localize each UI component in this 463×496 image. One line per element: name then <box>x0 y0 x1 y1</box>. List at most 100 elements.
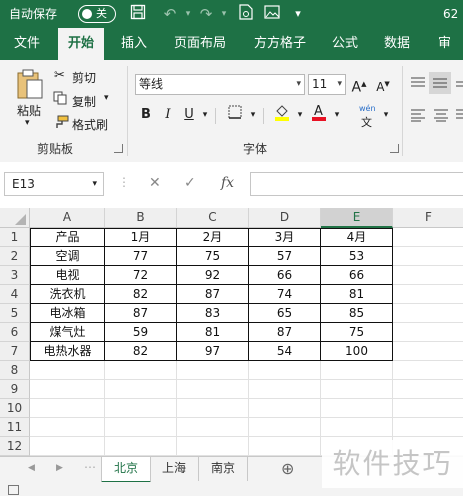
table-cell[interactable]: 81 <box>321 285 392 304</box>
row-header[interactable]: 4 <box>0 285 30 304</box>
sheet-tab-beijing[interactable]: 北京 <box>101 457 151 483</box>
tab-data[interactable]: 数据 <box>384 28 410 60</box>
table-cell[interactable]: 53 <box>321 247 392 266</box>
align-left-icon[interactable] <box>410 108 426 122</box>
copy-button[interactable]: 复制 <box>72 93 96 110</box>
tab-formulas[interactable]: 公式 <box>332 28 358 60</box>
fill-color-dropdown-icon[interactable]: ▾ <box>291 105 309 125</box>
row-header[interactable]: 7 <box>0 342 30 361</box>
table-cell[interactable]: 电视 <box>31 266 104 285</box>
tab-file[interactable]: 文件 <box>14 28 40 60</box>
font-launcher-icon[interactable] <box>390 144 399 153</box>
font-color-dropdown-icon[interactable]: ▾ <box>328 105 346 125</box>
autosave-toggle[interactable]: 关 <box>78 5 116 23</box>
scroll-right-icon[interactable]: ▶ <box>56 463 63 473</box>
row-header[interactable]: 1 <box>0 228 30 247</box>
row-header[interactable]: 9 <box>0 380 30 399</box>
table-cell[interactable]: 82 <box>105 285 176 304</box>
align-middle-icon[interactable] <box>429 72 451 94</box>
shrink-font-button[interactable]: A▼ <box>374 74 392 94</box>
column-header-a[interactable]: A <box>30 208 105 228</box>
undo-icon[interactable]: ↶ <box>160 4 180 24</box>
table-cell[interactable]: 空调 <box>31 247 104 266</box>
borders-icon[interactable] <box>226 105 244 125</box>
column-header-e[interactable]: E <box>321 208 393 228</box>
tab-review[interactable]: 审阅 <box>438 28 463 83</box>
clipboard-launcher-icon[interactable] <box>114 144 123 153</box>
row-header[interactable]: 3 <box>0 266 30 285</box>
table-cell[interactable]: 3月 <box>249 228 320 247</box>
row-header[interactable]: 8 <box>0 361 30 380</box>
tab-home[interactable]: 开始 <box>58 28 104 60</box>
tab-page-layout[interactable]: 页面布局 <box>174 28 226 60</box>
table-cell[interactable]: 66 <box>321 266 392 285</box>
fill-color-icon[interactable] <box>273 103 291 123</box>
italic-button[interactable]: I <box>159 105 177 125</box>
insert-function-icon[interactable]: fx <box>221 175 234 191</box>
underline-dropdown-icon[interactable]: ▾ <box>196 105 214 125</box>
table-cell[interactable]: 97 <box>177 342 248 361</box>
table-cell[interactable]: 72 <box>105 266 176 285</box>
font-color-icon[interactable]: A <box>310 102 328 122</box>
redo-dropdown-icon[interactable]: ▾ <box>214 4 234 24</box>
table-cell[interactable]: 92 <box>177 266 248 285</box>
table-cell[interactable]: 57 <box>249 247 320 266</box>
scroll-left-icon[interactable]: ◀ <box>28 463 35 473</box>
print-preview-icon[interactable] <box>236 4 256 24</box>
table-cell[interactable]: 85 <box>321 304 392 323</box>
borders-dropdown-icon[interactable]: ▾ <box>244 105 262 125</box>
name-box[interactable]: E13 ▾ <box>4 172 104 196</box>
align-bottom-icon[interactable] <box>456 76 463 90</box>
row-header[interactable]: 2 <box>0 247 30 266</box>
table-cell[interactable]: 59 <box>105 323 176 342</box>
table-cell[interactable]: 54 <box>249 342 320 361</box>
table-cell[interactable]: 87 <box>177 285 248 304</box>
row-header[interactable]: 12 <box>0 437 30 456</box>
table-cell[interactable]: 电冰箱 <box>31 304 104 323</box>
phonetic-guide-button[interactable]: wén 文 <box>356 104 378 129</box>
bold-button[interactable]: B <box>137 105 155 125</box>
select-all-corner[interactable] <box>0 208 30 228</box>
font-size-select[interactable]: 11 ▾ <box>308 74 346 95</box>
table-cell[interactable]: 产品 <box>31 228 104 247</box>
spreadsheet-grid[interactable]: A B C D E F 1 2 3 4 5 6 7 8 9 10 11 12 产… <box>0 208 463 456</box>
paste-dropdown-icon[interactable]: ▾ <box>25 118 30 128</box>
sheet-tab-shanghai[interactable]: 上海 <box>150 457 199 481</box>
table-cell[interactable]: 100 <box>321 342 392 361</box>
align-right-icon[interactable] <box>456 108 463 122</box>
more-sheets-icon[interactable]: ⋯ <box>84 460 96 474</box>
table-cell[interactable]: 洗衣机 <box>31 285 104 304</box>
table-cell[interactable]: 1月 <box>105 228 176 247</box>
column-header-d[interactable]: D <box>249 208 321 228</box>
copy-dropdown-icon[interactable]: ▾ <box>104 93 109 103</box>
column-header-b[interactable]: B <box>105 208 177 228</box>
table-cell[interactable]: 77 <box>105 247 176 266</box>
column-header-c[interactable]: C <box>177 208 249 228</box>
table-cell[interactable]: 75 <box>321 323 392 342</box>
row-header[interactable]: 10 <box>0 399 30 418</box>
save-icon[interactable] <box>128 4 148 24</box>
row-header[interactable]: 11 <box>0 418 30 437</box>
undo-dropdown-icon[interactable]: ▾ <box>178 4 198 24</box>
formula-input[interactable] <box>250 172 463 196</box>
table-cell[interactable]: 2月 <box>177 228 248 247</box>
redo-icon[interactable]: ↷ <box>196 4 216 24</box>
table-cell[interactable]: 4月 <box>321 228 392 247</box>
table-cell[interactable]: 电热水器 <box>31 342 104 361</box>
table-cell[interactable]: 66 <box>249 266 320 285</box>
add-sheet-icon[interactable]: ⊕ <box>281 459 294 478</box>
table-cell[interactable]: 74 <box>249 285 320 304</box>
table-cell[interactable]: 87 <box>105 304 176 323</box>
phonetic-dropdown-icon[interactable]: ▾ <box>377 105 395 125</box>
row-header[interactable]: 6 <box>0 323 30 342</box>
paste-label[interactable]: 粘贴 <box>17 102 41 119</box>
cut-button[interactable]: 剪切 <box>72 69 96 86</box>
sheet-tab-nanjing[interactable]: 南京 <box>199 457 248 481</box>
align-center-icon[interactable] <box>433 108 449 122</box>
column-header-f[interactable]: F <box>393 208 463 228</box>
grow-font-button[interactable]: A▲ <box>350 74 368 96</box>
table-cell[interactable]: 81 <box>177 323 248 342</box>
table-cell[interactable]: 82 <box>105 342 176 361</box>
align-top-icon[interactable] <box>410 76 426 90</box>
tab-fangfang[interactable]: 方方格子 <box>254 28 306 60</box>
